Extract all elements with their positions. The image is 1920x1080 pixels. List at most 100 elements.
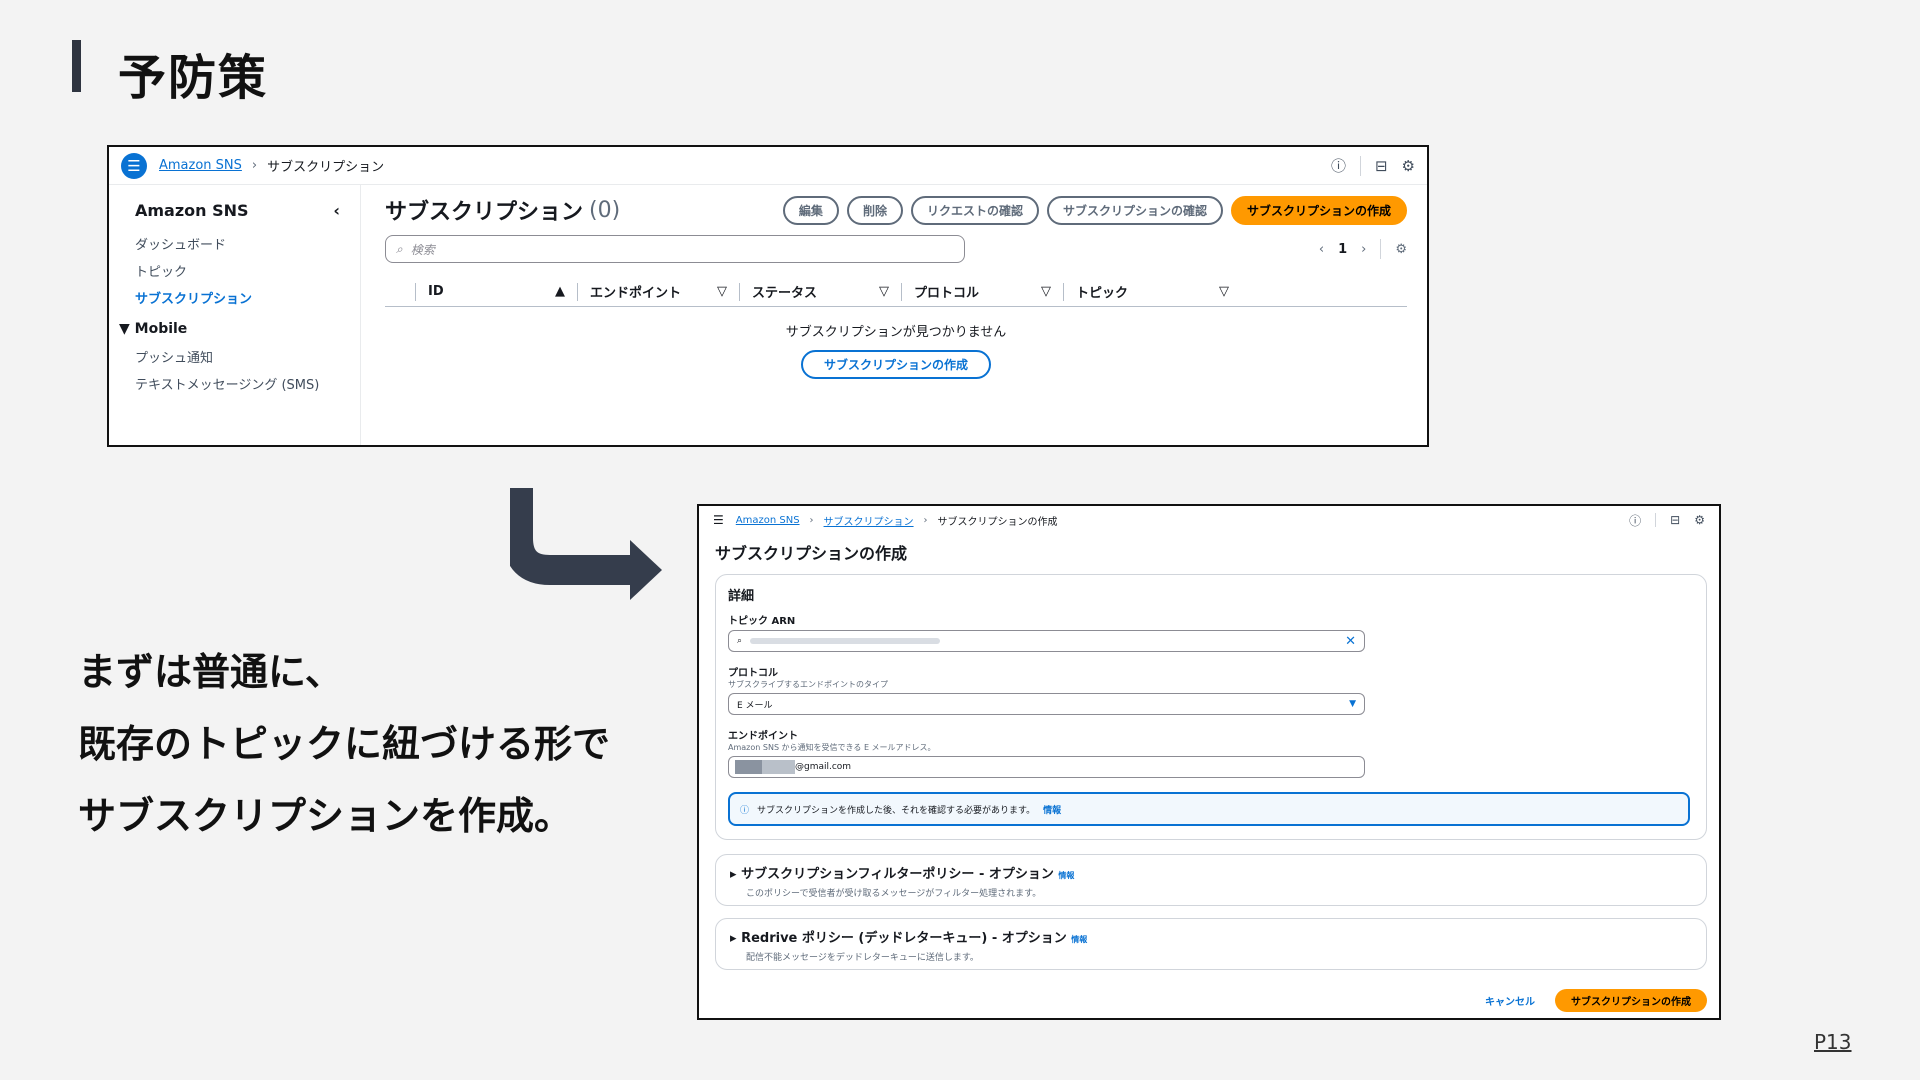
menu-icon[interactable]: ☰ (121, 152, 147, 179)
sidebar-item-sms[interactable]: テキストメッセージング (SMS) (135, 374, 360, 393)
search-icon: ⌕ (737, 636, 743, 646)
top-icons: ⓘ ⊟ ⚙ (1629, 512, 1705, 529)
endpoint-label: エンドポイント (728, 731, 798, 742)
column-label: ID (428, 284, 444, 299)
settings-icon[interactable]: ⚙ (1402, 157, 1415, 175)
settings-icon[interactable]: ⚙ (1694, 513, 1705, 527)
breadcrumb-subscriptions[interactable]: サブスクリプション (824, 513, 914, 528)
search-icon: ⌕ (396, 241, 403, 256)
confirm-request-button[interactable]: リクエストの確認 (910, 195, 1039, 225)
sort-icon: ▽ (1041, 284, 1051, 299)
empty-create-button[interactable]: サブスクリプションの作成 (801, 350, 991, 379)
sidebar-section-mobile[interactable]: ▼ Mobile (119, 321, 360, 337)
empty-message: サブスクリプションが見つかりません (785, 325, 1007, 340)
redrive-policy-title: Redrive ポリシー (デッドレターキュー) - オプション (741, 931, 1067, 946)
menu-icon[interactable]: ☰ (713, 513, 724, 527)
page-number[interactable]: 1 (1338, 242, 1347, 257)
protocol-description: サブスクライブするエンドポイントのタイプ (728, 680, 888, 689)
create-subscription-button[interactable]: サブスクリプションの作成 (1555, 989, 1707, 1012)
next-page-icon[interactable]: › (1361, 242, 1366, 257)
sort-icon: ▽ (717, 284, 727, 299)
search-row: ⌕ 検索 ‹ 1 › ⚙ (385, 235, 1407, 263)
info-icon: ⓘ (740, 805, 750, 816)
info-icon[interactable]: ⓘ (1629, 512, 1641, 529)
column-label: プロトコル (914, 286, 980, 301)
topic-arn-input[interactable]: ⌕ ✕ (728, 630, 1365, 652)
create-subscription-button[interactable]: サブスクリプションの作成 (1230, 195, 1407, 225)
chevron-right-icon: › (923, 514, 928, 526)
prev-page-icon[interactable]: ‹ (1319, 242, 1324, 257)
info-icon[interactable]: ⓘ (1331, 155, 1346, 176)
breadcrumb-sns[interactable]: Amazon SNS (736, 515, 800, 526)
filter-policy-panel[interactable]: ▸ サブスクリプションフィルターポリシー - オプション 情報 このポリシーで受… (715, 854, 1707, 906)
body-text: まずは普通に、 既存のトピックに紐づける形で サブスクリプションを作成。 (78, 636, 610, 852)
panel-icon[interactable]: ⊟ (1670, 513, 1680, 527)
title-accent-bar (72, 40, 81, 92)
confirm-subscription-button[interactable]: サブスクリプションの確認 (1046, 195, 1223, 225)
column-topic[interactable]: トピック ▽ (1063, 282, 1241, 301)
page-title: サブスクリプションの作成 (715, 544, 908, 563)
column-label: ステータス (752, 286, 818, 301)
table-header: ID ▲ エンドポイント ▽ ステータス ▽ プロトコル ▽ トピック ▽ (385, 277, 1407, 307)
form-footer: キャンセル サブスクリプションの作成 (1485, 989, 1707, 1012)
sidebar: Amazon SNS ‹ ダッシュボード トピック サブスクリプション ▼ Mo… (109, 185, 361, 445)
info-link[interactable]: 情報 (1071, 935, 1087, 944)
sidebar-header: Amazon SNS ‹ (135, 201, 360, 220)
action-buttons: 編集 削除 リクエストの確認 サブスクリプションの確認 サブスクリプションの作成 (782, 195, 1407, 225)
column-label: エンドポイント (590, 286, 682, 301)
chevron-right-icon: › (251, 158, 258, 173)
body-line-2: 既存のトピックに紐づける形で (78, 722, 611, 766)
info-link[interactable]: 情報 (1043, 803, 1061, 816)
sidebar-item-push[interactable]: プッシュ通知 (135, 347, 360, 366)
filter-policy-header: ▸ サブスクリプションフィルターポリシー - オプション 情報 (730, 863, 1692, 882)
sidebar-item-subscriptions[interactable]: サブスクリプション (135, 288, 360, 307)
column-endpoint[interactable]: エンドポイント ▽ (577, 282, 739, 301)
details-panel: 詳細 トピック ARN ⌕ ✕ プロトコル サブスクライブするエンドポイントのタ… (715, 574, 1707, 840)
cancel-button[interactable]: キャンセル (1485, 993, 1535, 1008)
info-text: サブスクリプションを作成した後、それを確認する必要があります。 (757, 805, 1036, 816)
delete-button[interactable]: 削除 (846, 195, 903, 225)
divider (1655, 513, 1657, 527)
sidebar-item-topics[interactable]: トピック (135, 261, 360, 280)
sort-asc-icon: ▲ (555, 284, 565, 299)
body-line-3: サブスクリプションを作成。 (78, 794, 573, 838)
endpoint-input[interactable]: @gmail.com (728, 756, 1365, 778)
edit-button[interactable]: 編集 (782, 195, 839, 225)
top-icons: ⓘ ⊟ ⚙ (1331, 155, 1415, 176)
filter-policy-title: サブスクリプションフィルターポリシー - オプション (741, 867, 1054, 882)
clear-icon[interactable]: ✕ (1345, 634, 1356, 649)
endpoint-description: Amazon SNS から通知を受信できる E メールアドレス。 (728, 743, 936, 752)
caret-right-icon: ▸ (730, 867, 742, 882)
column-id[interactable]: ID ▲ (415, 282, 577, 301)
breadcrumb-sns[interactable]: Amazon SNS (159, 158, 242, 173)
sidebar-item-dashboard[interactable]: ダッシュボード (135, 234, 360, 253)
breadcrumb-current: サブスクリプションの作成 (937, 516, 1058, 528)
chevron-left-icon[interactable]: ‹ (333, 201, 340, 220)
column-protocol[interactable]: プロトコル ▽ (901, 282, 1063, 301)
table-settings-icon[interactable]: ⚙ (1395, 242, 1407, 257)
body-line-1: まずは普通に、 (78, 650, 343, 694)
top-bar: ☰ Amazon SNS › サブスクリプション ⓘ ⊟ ⚙ (109, 147, 1427, 185)
column-status[interactable]: ステータス ▽ (739, 282, 901, 301)
page-title: サブスクリプション (385, 200, 584, 225)
redrive-policy-description: 配信不能メッセージをデッドレターキューに送信します。 (746, 953, 979, 963)
subscriptions-list-screenshot: ☰ Amazon SNS › サブスクリプション ⓘ ⊟ ⚙ Amazon SN… (107, 145, 1429, 447)
protocol-label: プロトコル (728, 668, 778, 679)
create-subscription-screenshot: ☰ Amazon SNS › サブスクリプション › サブスクリプションの作成 … (697, 504, 1721, 1020)
panel-icon[interactable]: ⊟ (1375, 157, 1388, 175)
caret-down-icon: ▼ (1349, 699, 1356, 709)
topic-arn-label: トピック ARN (728, 616, 796, 627)
chevron-right-icon: › (809, 514, 814, 526)
caret-down-icon: ▼ (119, 321, 135, 337)
redrive-policy-panel[interactable]: ▸ Redrive ポリシー (デッドレターキュー) - オプション 情報 配信… (715, 918, 1707, 970)
info-alert: ⓘ サブスクリプションを作成した後、それを確認する必要があります。 情報 (728, 792, 1690, 826)
redrive-policy-header: ▸ Redrive ポリシー (デッドレターキュー) - オプション 情報 (730, 927, 1692, 946)
count-badge: (0) (589, 197, 621, 223)
endpoint-value: @gmail.com (795, 762, 852, 772)
caret-right-icon: ▸ (730, 931, 742, 946)
info-link[interactable]: 情報 (1058, 871, 1074, 880)
page-number: P13 (1814, 1030, 1852, 1054)
protocol-select[interactable]: E メール ▼ (728, 693, 1365, 715)
search-input[interactable]: ⌕ 検索 (385, 235, 965, 263)
breadcrumb-current: サブスクリプション (267, 160, 385, 175)
